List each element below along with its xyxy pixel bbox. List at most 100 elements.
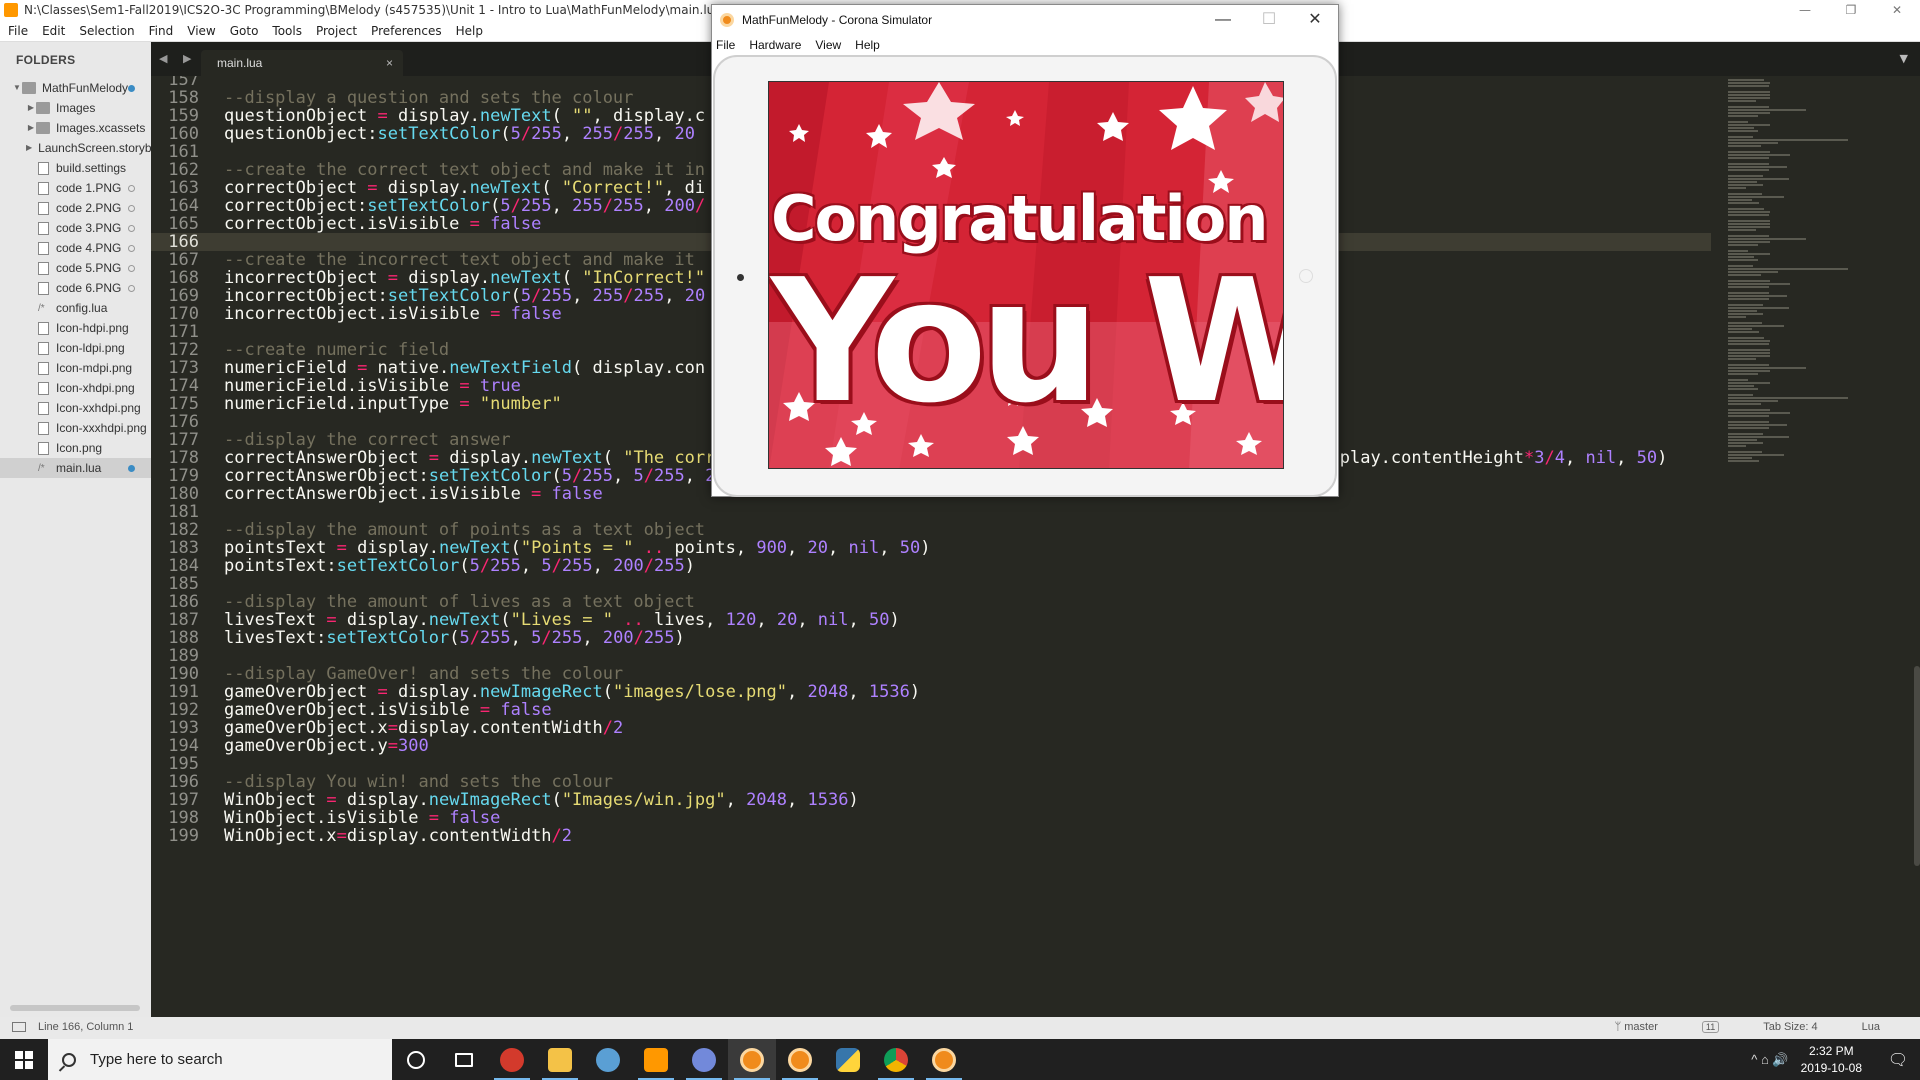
- sidebar-item[interactable]: Icon-hdpi.png: [0, 318, 151, 338]
- sim-menu-view[interactable]: View: [815, 38, 841, 52]
- sidebar-item[interactable]: Icon-xxxhdpi.png: [0, 418, 151, 438]
- sidebar-item[interactable]: Icon-ldpi.png: [0, 338, 151, 358]
- minimap[interactable]: [1720, 76, 1920, 1017]
- sidebar-item[interactable]: code 6.PNG: [0, 278, 151, 298]
- code-line[interactable]: 197 WinObject = display.newImageRect("Ima…: [151, 791, 1711, 809]
- taskbar-search[interactable]: Type here to search: [48, 1039, 392, 1080]
- sublime-settings-icon[interactable]: [488, 1039, 536, 1080]
- cortana-icon[interactable]: [392, 1039, 440, 1080]
- code-line[interactable]: 198 WinObject.isVisible = false: [151, 809, 1711, 827]
- sidebar-item[interactable]: ▶ Images.xcassets: [0, 118, 151, 138]
- sidebar-item[interactable]: ▶ LaunchScreen.storyboardc: [0, 138, 151, 158]
- simulator-close-button[interactable]: ✕: [1292, 5, 1338, 35]
- collapse-arrow-icon[interactable]: ▶: [26, 138, 32, 158]
- menu-view[interactable]: View: [187, 24, 215, 38]
- sim-menu-hardware[interactable]: Hardware: [749, 38, 801, 52]
- python-icon[interactable]: [824, 1039, 872, 1080]
- minimap-line: [1728, 250, 1748, 252]
- corona-simulator-icon[interactable]: [728, 1039, 776, 1080]
- code-line[interactable]: 191 gameOverObject = display.newImageRect…: [151, 683, 1711, 701]
- menu-preferences[interactable]: Preferences: [371, 24, 442, 38]
- menu-edit[interactable]: Edit: [42, 24, 65, 38]
- sidebar-item[interactable]: code 2.PNG: [0, 198, 151, 218]
- sidebar-item[interactable]: Icon-mdpi.png: [0, 358, 151, 378]
- sidebar-item[interactable]: code 5.PNG: [0, 258, 151, 278]
- code-line[interactable]: 199 WinObject.x=display.contentWidth/2: [151, 827, 1711, 845]
- code-line[interactable]: 188 livesText:setTextColor(5/255, 5/255, …: [151, 629, 1711, 647]
- sidebar-item[interactable]: ▶ Images: [0, 98, 151, 118]
- tab-nav-arrows-icon[interactable]: ◀ ▶: [159, 52, 197, 65]
- menu-find[interactable]: Find: [149, 24, 174, 38]
- code-line[interactable]: 195: [151, 755, 1711, 773]
- sidebar-item[interactable]: Icon-xhdpi.png: [0, 378, 151, 398]
- minimize-button[interactable]: —: [1782, 0, 1828, 20]
- collapse-arrow-icon[interactable]: ▶: [26, 118, 36, 138]
- corona-icon-2[interactable]: [776, 1039, 824, 1080]
- sim-menu-help[interactable]: Help: [855, 38, 880, 52]
- corona-simulator-window: MathFunMelody - Corona Simulator — ☐ ✕ F…: [711, 4, 1339, 497]
- python-ide-icon[interactable]: [584, 1039, 632, 1080]
- tab-close-icon[interactable]: ×: [386, 50, 393, 76]
- tab-dropdown-icon[interactable]: ▼: [1900, 52, 1908, 65]
- code-line[interactable]: 194 gameOverObject.y=300: [151, 737, 1711, 755]
- simulator-minimize-button[interactable]: —: [1200, 5, 1246, 35]
- file-icon: [38, 221, 49, 235]
- sidebar-item[interactable]: ▼ MathFunMelody: [0, 78, 151, 98]
- menu-tools[interactable]: Tools: [272, 24, 302, 38]
- tab-size[interactable]: Tab Size: 4: [1763, 1021, 1817, 1033]
- sidebar-item[interactable]: code 3.PNG: [0, 218, 151, 238]
- clock[interactable]: 2:32 PM 2019-10-08: [1801, 1043, 1862, 1077]
- menu-file[interactable]: File: [8, 24, 28, 38]
- code-line[interactable]: 186 --display the amount of lives as a te…: [151, 593, 1711, 611]
- expand-arrow-icon[interactable]: ▼: [12, 78, 22, 98]
- sidebar-item[interactable]: Icon-xxhdpi.png: [0, 398, 151, 418]
- panel-toggle-icon[interactable]: [12, 1022, 26, 1032]
- code-line[interactable]: 190 --display GameOver! and sets the colo…: [151, 665, 1711, 683]
- line-number: 191: [168, 682, 199, 702]
- code-line[interactable]: 181: [151, 503, 1711, 521]
- notification-icon[interactable]: 🗨: [1876, 1050, 1920, 1070]
- code-line[interactable]: 196 --display You win! and sets the colou…: [151, 773, 1711, 791]
- menu-goto[interactable]: Goto: [230, 24, 259, 38]
- sidebar-item[interactable]: code 1.PNG: [0, 178, 151, 198]
- code-line[interactable]: 182 --display the amount of points as a t…: [151, 521, 1711, 539]
- start-button[interactable]: [0, 1039, 48, 1080]
- simulator-maximize-button[interactable]: ☐: [1246, 5, 1292, 35]
- corona-icon-3[interactable]: [920, 1039, 968, 1080]
- task-view-icon[interactable]: [440, 1039, 488, 1080]
- code-line[interactable]: 185: [151, 575, 1711, 593]
- code-line[interactable]: 192 gameOverObject.isVisible = false: [151, 701, 1711, 719]
- maximize-button[interactable]: ❐: [1828, 0, 1874, 20]
- tray-icons[interactable]: ^ ⌂ 🔊: [1751, 1052, 1788, 1068]
- syntax-mode[interactable]: Lua: [1862, 1021, 1880, 1033]
- code-line[interactable]: 193 gameOverObject.x=display.contentWidth…: [151, 719, 1711, 737]
- code-token: 50: [1636, 448, 1658, 468]
- code-line[interactable]: 184 pointsText:setTextColor(5/255, 5/255,…: [151, 557, 1711, 575]
- code-line[interactable]: 183 pointsText = display.newText("Points …: [151, 539, 1711, 557]
- chrome-icon[interactable]: [872, 1039, 920, 1080]
- code-line[interactable]: 187 livesText = display.newText("Lives = …: [151, 611, 1711, 629]
- discord-icon[interactable]: [680, 1039, 728, 1080]
- minimap-line: [1728, 460, 1759, 462]
- sidebar-item[interactable]: Icon.png: [0, 438, 151, 458]
- sidebar-scrollbar[interactable]: [10, 1005, 140, 1011]
- close-button[interactable]: ✕: [1874, 0, 1920, 20]
- menu-selection[interactable]: Selection: [79, 24, 134, 38]
- device-home-button[interactable]: [1299, 269, 1313, 283]
- editor-scrollbar[interactable]: [1914, 666, 1920, 866]
- sidebar-item[interactable]: /* main.lua: [0, 458, 151, 478]
- sidebar-item[interactable]: code 4.PNG: [0, 238, 151, 258]
- sim-menu-file[interactable]: File: [716, 38, 735, 52]
- sidebar-item[interactable]: build.settings: [0, 158, 151, 178]
- tab-main-lua[interactable]: main.lua ×: [201, 50, 403, 76]
- git-branch[interactable]: ᛘ master 11: [1571, 1021, 1720, 1033]
- sidebar-item[interactable]: /* config.lua: [0, 298, 151, 318]
- simulator-screen[interactable]: Congratulation You Wir: [768, 81, 1284, 469]
- menu-project[interactable]: Project: [316, 24, 357, 38]
- menu-help[interactable]: Help: [456, 24, 483, 38]
- file-explorer-icon[interactable]: [536, 1039, 584, 1080]
- sublime-text-icon[interactable]: [632, 1039, 680, 1080]
- code-line[interactable]: 189: [151, 647, 1711, 665]
- collapse-arrow-icon[interactable]: ▶: [26, 98, 36, 118]
